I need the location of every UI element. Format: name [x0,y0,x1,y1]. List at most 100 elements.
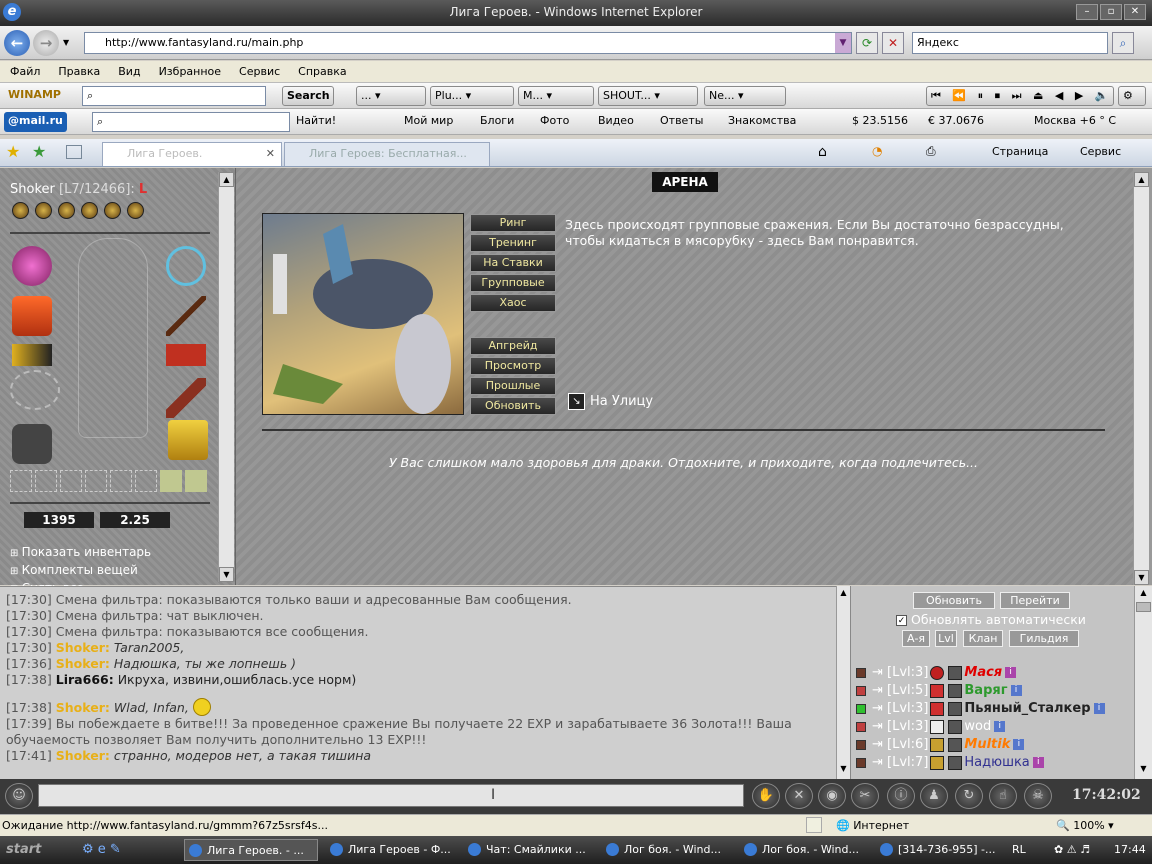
task-chat-smileys[interactable]: Чат: Смайлики ... [464,839,598,861]
chat-nick[interactable]: Shoker: [56,656,110,671]
private-arrow-icon[interactable]: ⇥ [872,701,883,716]
user-name[interactable]: Варяг [964,683,1007,698]
online-user[interactable]: ⇥ [Lvl:3] Пьяный_Сталкер i [856,700,1105,718]
action-icon-5[interactable] [104,202,121,219]
task-battle-log-2[interactable]: Лог боя. - Wind... [740,839,874,861]
refresh-icon[interactable]: ⟳ [856,32,878,54]
info-icon[interactable]: i [1013,739,1025,750]
search-input[interactable]: Яндекс [912,32,1108,54]
history-dropdown-icon[interactable]: ▼ [63,38,69,47]
show-inventory-link[interactable]: Показать инвентарь [10,544,152,562]
scroll-slot-1[interactable] [160,470,182,492]
zoom-level[interactable]: 🔍 100% ▾ [1056,819,1114,832]
chat-nick[interactable]: Shoker: [56,748,110,763]
left-scrollbar[interactable]: ▲ ▼ [218,172,234,582]
checkbox-check-icon[interactable]: ✓ [896,615,907,626]
goto-button[interactable]: Перейти [1000,592,1070,609]
ring-button[interactable]: Ринг [470,214,556,232]
weather[interactable]: Москва +6 ° С [1030,112,1120,132]
chat-input[interactable]: I [38,784,744,807]
action-icon-1[interactable] [12,202,29,219]
menu-tools[interactable]: Сервис [239,65,280,78]
media-controls[interactable]: ⏮ ⏪ ⏸ ⏹ ⏭ ⏏ ◀ ▶ 🔈 [926,86,1114,106]
address-dropdown-icon[interactable]: ▼ [835,33,851,53]
page-menu[interactable]: Страница [992,145,1048,158]
amulet-slot[interactable] [166,246,206,286]
info-icon[interactable]: i [1010,685,1022,696]
mailru-search-input[interactable]: ⌕ [92,112,290,132]
online-user[interactable]: ⇥ [Lvl:7] Надюшка i [856,754,1044,772]
menu-edit[interactable]: Правка [58,65,100,78]
scroll-down-arrow[interactable]: ▼ [1134,570,1149,585]
start-button[interactable]: start [2,839,58,861]
clear-icon[interactable]: ✕ [785,783,813,809]
tab-close-icon[interactable]: ✕ [266,147,275,160]
belt-slot-2[interactable] [35,470,57,492]
task-liga-geroev-1[interactable]: Лига Героев. - ... [184,839,318,861]
helmet-slot[interactable] [12,246,52,286]
sort-alpha-button[interactable]: А-я [902,630,930,647]
private-arrow-icon[interactable]: ⇥ [872,665,883,680]
add-favorite-icon[interactable]: ★ [32,142,46,161]
online-user[interactable]: ⇥ [Lvl:5] Варяг i [856,682,1022,700]
favorites-star-icon[interactable]: ★ [6,142,20,161]
task-battle-log-1[interactable]: Лог боя. - Wind... [602,839,736,861]
belt-slot[interactable] [12,344,52,366]
private-arrow-icon[interactable]: ⇥ [872,755,883,770]
online-user[interactable]: ⇥ [Lvl:6] Multik i [856,736,1025,754]
menu-help[interactable]: Справка [298,65,346,78]
chat-nick[interactable]: Shoker: [56,640,110,655]
info-icon[interactable]: ⓘ [887,783,915,809]
scroll-thumb[interactable] [1136,602,1151,612]
upgrade-button[interactable]: Апгрейд [470,337,556,355]
toolbar-item-shoutcast[interactable]: SHOUT... ▾ [598,86,698,106]
back-button[interactable]: ← [4,30,30,56]
auto-refresh-checkbox[interactable]: ✓ Обновлять автоматически [896,612,1086,627]
feeds-icon[interactable]: ◔ [872,144,882,158]
reload-icon[interactable]: ↻ [955,783,983,809]
online-user[interactable]: ⇥ [Lvl:3] wod i [856,718,1006,736]
training-button[interactable]: Тренинг [470,234,556,252]
chat-menu-icon[interactable]: ☺ [5,783,33,809]
player-name[interactable]: Shoker [10,182,55,197]
scroll-up-arrow[interactable]: ▲ [1136,588,1151,601]
scroll-up-arrow[interactable]: ▲ [837,588,850,601]
print-icon[interactable]: ⎙ [926,144,936,159]
belt-slot-4[interactable] [85,470,107,492]
toolbar-item-media[interactable]: M... ▾ [518,86,594,106]
user-name[interactable]: Пьяный_Сталкер [964,701,1090,716]
boots-slot[interactable] [168,420,208,460]
settings-icon[interactable]: ⚙ [1118,86,1146,106]
weapon-slot[interactable] [166,296,206,336]
online-user[interactable]: ⇥ [Lvl:3] Мася i [856,664,1017,682]
private-arrow-icon[interactable]: ⇥ [872,737,883,752]
maximize-button[interactable]: ▫ [1100,4,1122,20]
toolbar-item-plugins[interactable]: Plu... ▾ [430,86,514,106]
info-icon[interactable]: i [994,721,1006,732]
rings-slot[interactable] [10,370,60,410]
link-answers[interactable]: Ответы [656,112,707,132]
link-my-world[interactable]: Мой мир [400,112,457,132]
task-liga-geroev-2[interactable]: Лига Героев - Ф... [326,839,460,861]
sword-slot[interactable] [166,378,206,418]
info-icon[interactable]: i [1032,757,1044,768]
minimize-button[interactable]: – [1076,4,1098,20]
action-icon-2[interactable] [35,202,52,219]
chat-scrollbar[interactable]: ▲ ▼ [836,586,850,779]
toolbar-item-1[interactable]: ... ▾ [356,86,426,106]
private-arrow-icon[interactable]: ⇥ [872,683,883,698]
user-name[interactable]: Мася [964,665,1002,680]
scroll-up-arrow[interactable]: ▲ [1134,172,1149,187]
users-icon[interactable]: ♟ [920,783,948,809]
group-button[interactable]: Групповые [470,274,556,292]
mailru-find-button[interactable]: Найти! [292,112,340,132]
quicklaunch-icons[interactable]: ⚙ e ✎ [82,842,121,857]
user-name[interactable]: wod [964,719,991,734]
chat-nick[interactable]: Lira666: [56,672,114,687]
scroll-down-arrow[interactable]: ▼ [1136,764,1151,777]
action-icon-3[interactable] [58,202,75,219]
bets-button[interactable]: На Ставки [470,254,556,272]
smile-icon[interactable]: ✋ [752,783,780,809]
sort-clan-button[interactable]: Клан [963,630,1003,647]
action-icon-4[interactable] [81,202,98,219]
